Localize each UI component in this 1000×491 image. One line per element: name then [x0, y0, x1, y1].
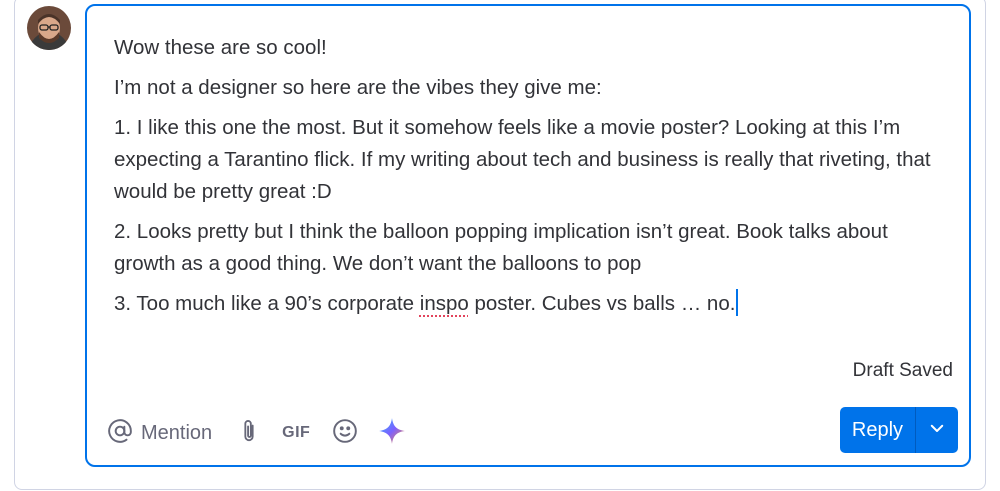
paragraph-2: I’m not a designer so here are the vibes…	[114, 76, 602, 99]
draft-status: Draft Saved	[852, 360, 953, 381]
emoji-button[interactable]	[332, 418, 358, 449]
mention-button[interactable]: Mention	[107, 418, 212, 449]
paragraph-4: 2. Looks pretty but I think the balloon …	[114, 220, 888, 275]
reply-button-group: Reply	[840, 407, 958, 453]
paperclip-icon	[238, 418, 260, 449]
reply-editor[interactable]: Wow these are so cool! I’m not a designe…	[85, 4, 971, 467]
chevron-down-icon	[928, 419, 946, 442]
gif-button[interactable]: GIF	[282, 424, 310, 442]
ai-assistant-button[interactable]	[378, 417, 406, 450]
text-cursor	[736, 289, 739, 316]
sparkle-icon	[378, 417, 406, 450]
at-sign-icon	[107, 418, 133, 449]
mention-label: Mention	[141, 421, 213, 444]
avatar[interactable]	[27, 6, 71, 50]
editor-content[interactable]: Wow these are so cool! I’m not a designe…	[114, 32, 944, 328]
smiley-icon	[332, 418, 358, 449]
paragraph-5: 3. Too much like a 90’s corporate inspo …	[114, 288, 944, 320]
attach-button[interactable]	[238, 418, 260, 449]
editor-toolbar: Mention GIF	[107, 414, 406, 452]
reply-options-button[interactable]	[916, 407, 958, 453]
avatar-photo	[27, 6, 71, 50]
paragraph-1: Wow these are so cool!	[114, 36, 327, 59]
paragraph-5-start: 3. Too much like a 90’s corporate	[114, 292, 420, 315]
paragraph-5-end: poster. Cubes vs balls … no.	[468, 292, 736, 315]
paragraph-3: 1. I like this one the most. But it some…	[114, 116, 931, 203]
gif-label: GIF	[282, 424, 311, 441]
misspelled-word[interactable]: inspo	[420, 292, 469, 315]
reply-button[interactable]: Reply	[840, 407, 915, 453]
